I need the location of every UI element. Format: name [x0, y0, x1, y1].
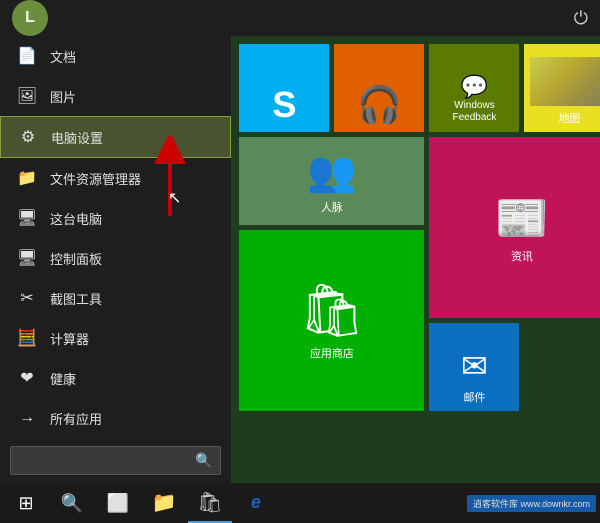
tile-store[interactable]: 🛍 应用商店 [239, 230, 424, 411]
control-panel-icon: 🖥 [16, 247, 38, 269]
store-bag-icon: 🛍 [299, 280, 365, 341]
menu-item-calculator[interactable]: 🧮 计算器 [0, 318, 231, 358]
calculator-label: 计算器 [50, 329, 89, 348]
music-headphones-icon: 🎧 [357, 84, 402, 126]
taskbar-search-icon: 🔍 [61, 493, 83, 514]
news-newspaper-icon: 📰 [495, 192, 550, 244]
ie-icon: e [251, 492, 261, 513]
user-avatar[interactable]: L [12, 0, 48, 36]
tile-people[interactable]: 👥 人脉 [239, 137, 424, 225]
taskbar-file-explorer[interactable]: 📁 [142, 483, 186, 523]
watermark-badge[interactable]: 逍客软件库 www.downkr.com [467, 495, 596, 512]
map-label: 地图 [558, 110, 580, 126]
feedback-chat-icon: 💬 [461, 74, 488, 100]
all-apps-item[interactable]: → 所有应用 [0, 398, 231, 438]
taskbar-store[interactable]: 🛍 [188, 483, 232, 523]
pc-settings-label: 电脑设置 [51, 128, 103, 147]
tile-windows-feedback[interactable]: 💬 WindowsFeedback [429, 44, 519, 132]
tile-mail[interactable]: ✉ 邮件 [429, 323, 519, 411]
menu-item-snipping[interactable]: ✂ 截图工具 [0, 278, 231, 318]
news-label: 资讯 [511, 248, 533, 264]
store-label: 应用商店 [310, 345, 354, 361]
user-letter: L [25, 9, 35, 27]
search-button[interactable]: 🔍 [50, 483, 94, 523]
start-screen: L ⏻ 📄 文档 🖼 图片 ⚙ 电脑设置 [0, 0, 600, 512]
main-content: 📄 文档 🖼 图片 ⚙ 电脑设置 📁 文件资源管理器 🖥 这台电脑 [0, 36, 600, 483]
all-apps-label: 所有应用 [50, 409, 102, 428]
people-label: 人脉 [321, 199, 343, 215]
windows-logo-icon: ⊞ [18, 493, 33, 514]
top-bar: L ⏻ [0, 0, 600, 36]
taskbar: ⊞ 🔍 ⬜ 📁 🛍 e 逍客软件库 www.downkr.com [0, 483, 600, 523]
snipping-icon: ✂ [16, 287, 38, 309]
tile-map[interactable]: 地图 [524, 44, 600, 132]
menu-items: 📄 文档 🖼 图片 ⚙ 电脑设置 📁 文件资源管理器 🖥 这台电脑 [0, 36, 231, 438]
search-input[interactable] [19, 453, 195, 468]
health-icon: ❤ [16, 367, 38, 389]
mail-envelope-icon: ✉ [461, 347, 488, 385]
file-explorer-label: 文件资源管理器 [50, 169, 141, 188]
left-panel: 📄 文档 🖼 图片 ⚙ 电脑设置 📁 文件资源管理器 🖥 这台电脑 [0, 36, 231, 483]
menu-item-this-pc[interactable]: 🖥 这台电脑 [0, 198, 231, 238]
menu-item-health[interactable]: ❤ 健康 [0, 358, 231, 398]
menu-item-pictures[interactable]: 🖼 图片 [0, 76, 231, 116]
snipping-label: 截图工具 [50, 289, 102, 308]
tile-music[interactable]: 🎧 [334, 44, 424, 132]
start-button[interactable]: ⊞ [4, 483, 48, 523]
skype-icon: S [272, 84, 296, 126]
search-magnifier-icon[interactable]: 🔍 [195, 452, 212, 469]
pictures-icon: 🖼 [16, 85, 38, 107]
power-button[interactable]: ⏻ [574, 8, 588, 29]
tile-skype[interactable]: S [239, 44, 329, 132]
search-bar[interactable]: 🔍 [10, 446, 221, 475]
menu-item-documents[interactable]: 📄 文档 [0, 36, 231, 76]
file-explorer-icon: 📁 [16, 167, 38, 189]
people-group-icon: 👥 [307, 148, 357, 195]
this-pc-icon: 🖥 [16, 207, 38, 229]
control-panel-label: 控制面板 [50, 249, 102, 268]
tile-news[interactable]: 📰 资讯 [429, 137, 600, 318]
menu-item-pc-settings[interactable]: ⚙ 电脑设置 [0, 116, 231, 158]
documents-icon: 📄 [16, 45, 38, 67]
watermark-text: 逍客软件库 www.downkr.com [473, 499, 590, 509]
pictures-label: 图片 [50, 87, 76, 106]
taskbar-store-icon: 🛍 [197, 490, 222, 515]
menu-item-file-explorer[interactable]: 📁 文件资源管理器 [0, 158, 231, 198]
settings-gear-icon: ⚙ [17, 126, 39, 148]
all-apps-arrow-icon: → [16, 407, 38, 429]
this-pc-label: 这台电脑 [50, 209, 102, 228]
calculator-icon: 🧮 [16, 327, 38, 349]
feedback-icon-area: 💬 WindowsFeedback [452, 50, 496, 126]
feedback-label: WindowsFeedback [452, 100, 496, 124]
task-view-button[interactable]: ⬜ [96, 483, 140, 523]
map-preview [530, 57, 600, 106]
menu-item-control-panel[interactable]: 🖥 控制面板 [0, 238, 231, 278]
documents-label: 文档 [50, 47, 76, 66]
tiles-panel: S 🎧 💬 WindowsFeedback 地图 👥 人脉 📰 [231, 36, 600, 483]
mail-label: 邮件 [463, 389, 485, 405]
file-manager-icon: 📁 [152, 490, 177, 515]
task-view-icon: ⬜ [107, 493, 129, 514]
health-label: 健康 [50, 369, 76, 388]
taskbar-ie[interactable]: e [234, 483, 278, 523]
